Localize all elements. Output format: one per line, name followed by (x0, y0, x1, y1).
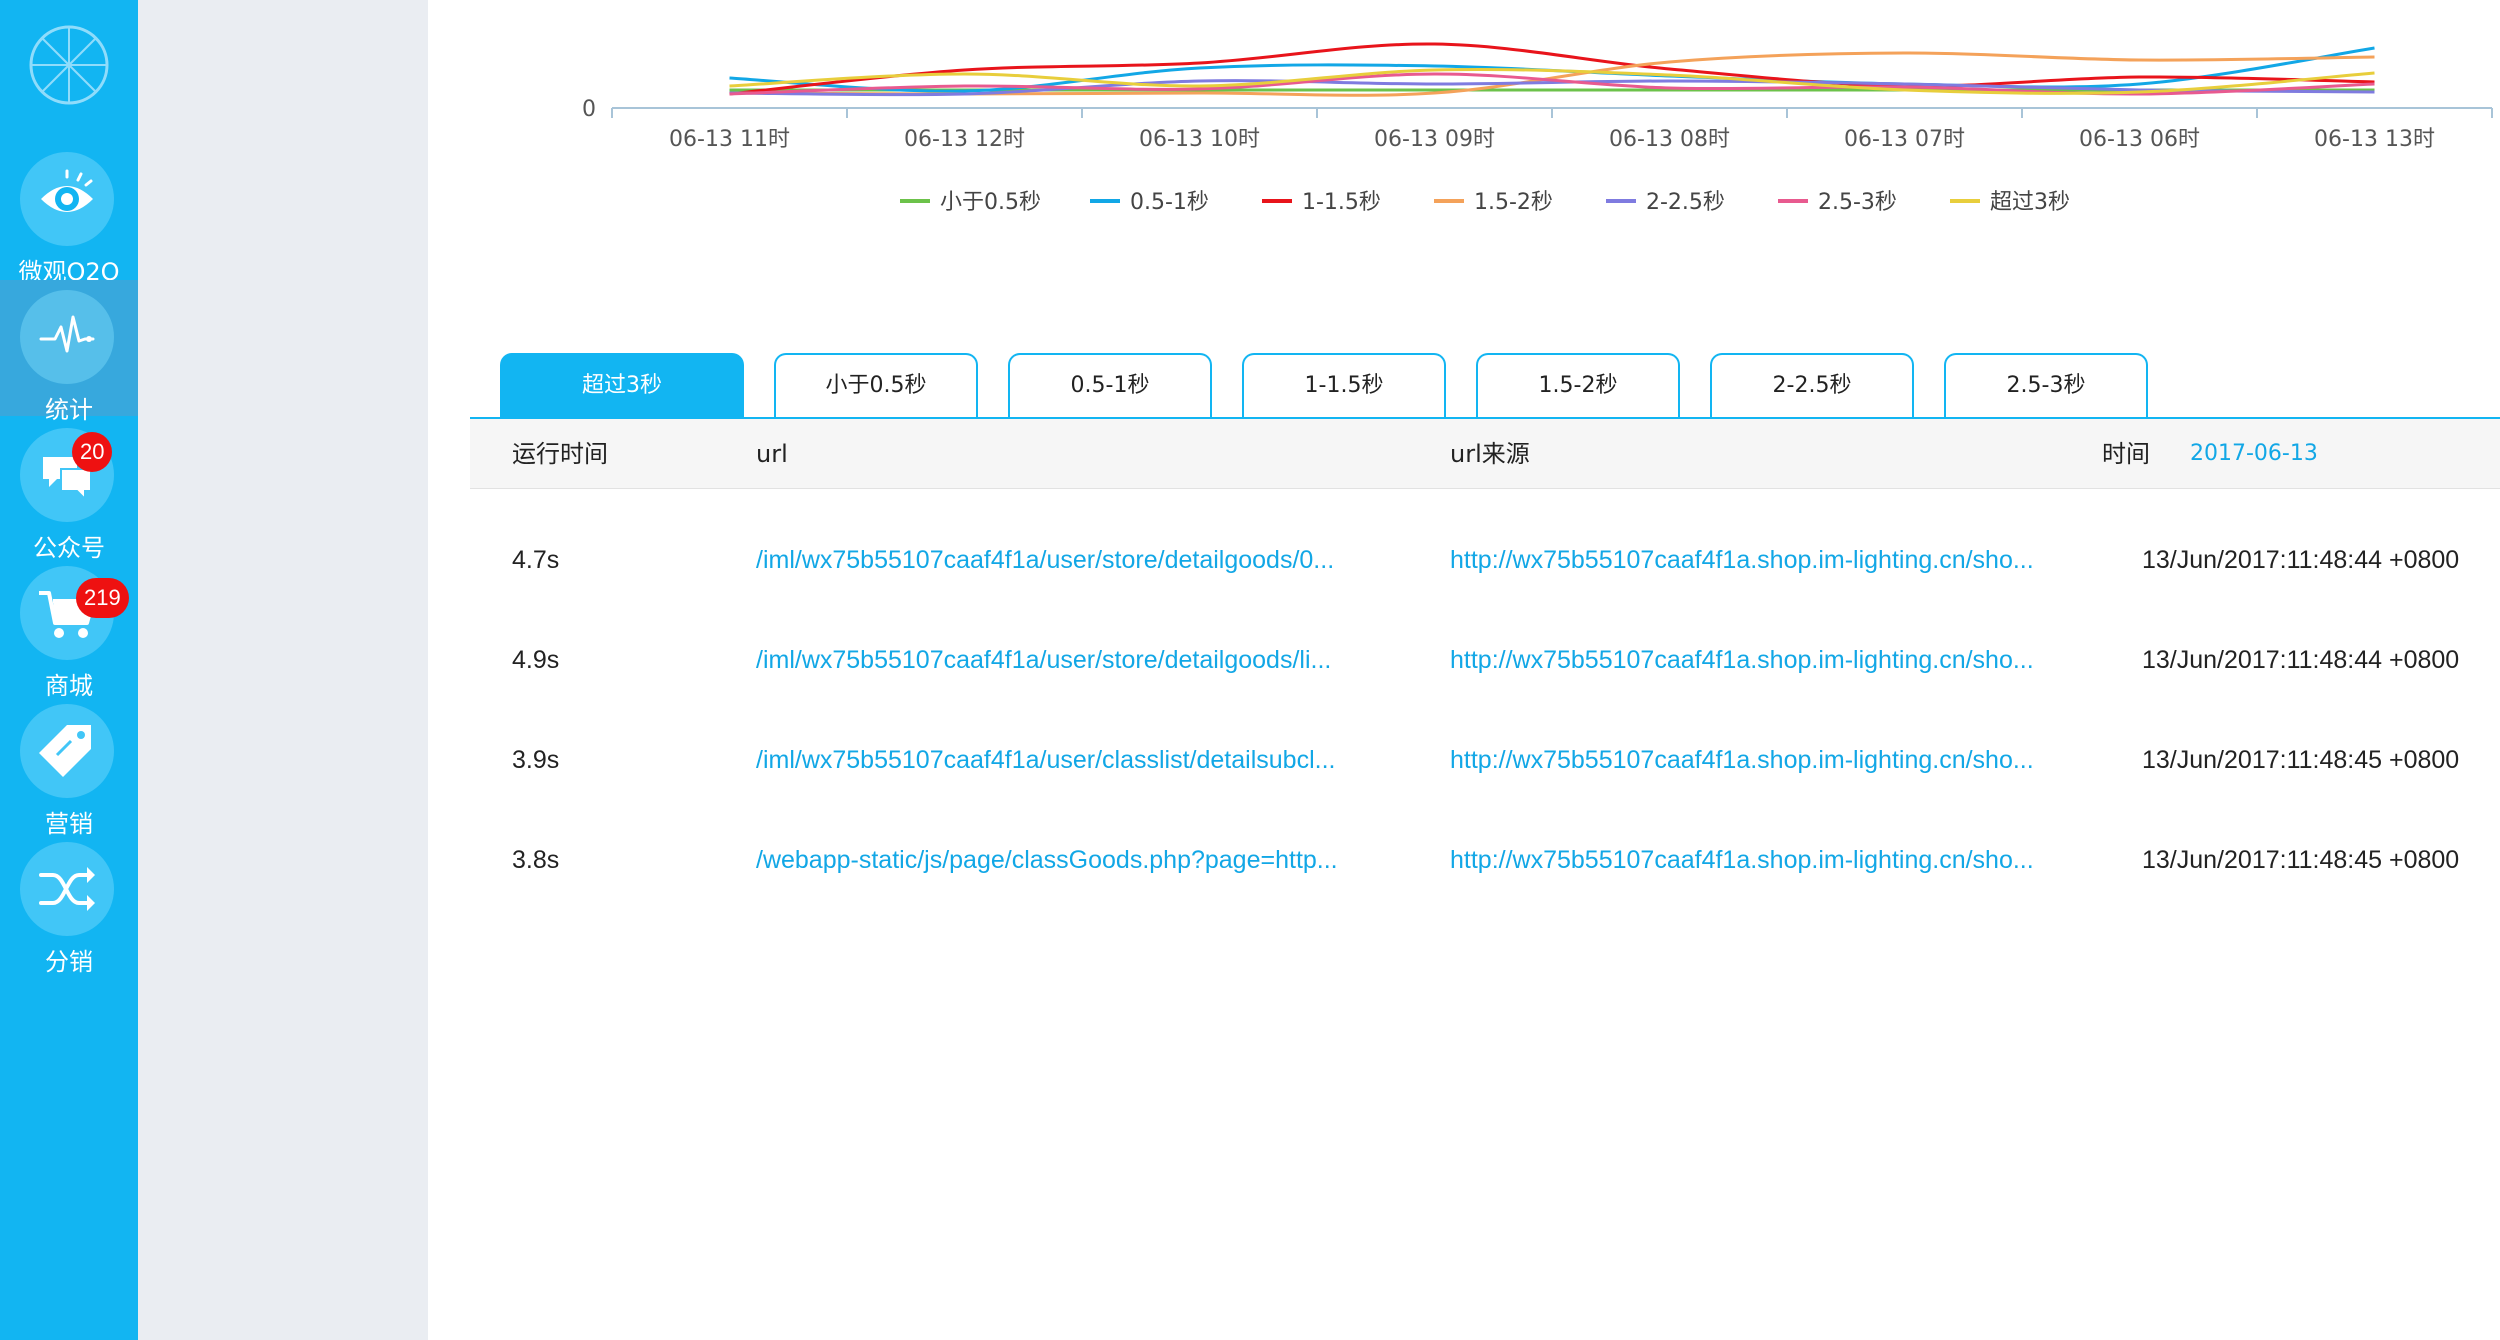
legend-label: 2.5-3秒 (1818, 190, 1897, 215)
tab-1-5-2s[interactable]: 1.5-2秒 (1476, 353, 1680, 417)
legend-label: 1-1.5秒 (1302, 190, 1381, 215)
table-header: 运行时间 url url来源 时间 2017-06-13 (470, 419, 2500, 489)
runtime-cell: 3.9s (512, 746, 560, 774)
x-tick-label: 06-13 12时 (904, 127, 1025, 152)
runtime-cell: 3.8s (512, 846, 560, 874)
line-chart: 0 06-13 11时 06-13 12时 06-13 10时 06-13 09时 06-… (582, 42, 2493, 215)
shuffle-icon (39, 867, 95, 911)
tab-0-5-1s[interactable]: 0.5-1秒 (1008, 353, 1212, 417)
column-header-source: url来源 (1450, 440, 1530, 468)
response-time-chart: 0 06-13 11时 06-13 12时 06-13 10时 06-13 09时 06-… (470, 0, 2500, 230)
nav-item-marketing[interactable]: 营销 (0, 694, 138, 838)
time-cell: 13/Jun/2017:11:48:44 +0800 (2142, 646, 2460, 674)
nav-item-o2o[interactable]: 微观O2O (0, 142, 138, 286)
time-cell: 13/Jun/2017:11:48:44 +0800 (2142, 546, 2460, 574)
nav-label: 分销 (45, 948, 93, 976)
source-link[interactable]: http://wx75b55107caaf4f1a.shop.im-lighti… (1450, 710, 2100, 810)
x-tick-label: 06-13 07时 (1844, 127, 1965, 152)
sidebar-nav: 微观O2O 统计 20 公众号 219 商城 营销 分销 (0, 0, 138, 1340)
gutter-panel (138, 0, 428, 1340)
legend-label: 0.5-1秒 (1130, 190, 1209, 215)
x-tick-label: 06-13 08时 (1609, 127, 1730, 152)
url-link[interactable]: /webapp-static/js/page/classGoods.php?pa… (756, 810, 1426, 910)
column-header-runtime: 运行时间 (512, 440, 608, 468)
date-filter-link[interactable]: 2017-06-13 (2190, 419, 2318, 489)
time-range-tabs: 超过3秒 小于0.5秒 0.5-1秒 1-1.5秒 1.5-2秒 2-2.5秒 … (470, 353, 2500, 419)
notification-badge: 219 (76, 578, 129, 618)
legend-label: 超过3秒 (1990, 190, 2070, 215)
legend-label: 2-2.5秒 (1646, 190, 1725, 215)
url-link[interactable]: /iml/wx75b55107caaf4f1a/user/store/detai… (756, 610, 1426, 710)
x-tick-label: 06-13 06时 (2079, 127, 2200, 152)
y-tick-label: 0 (582, 97, 596, 122)
tab-1-1-5s[interactable]: 1-1.5秒 (1242, 353, 1446, 417)
column-header-url: url (756, 440, 788, 468)
table-row: 3.8s /webapp-static/js/page/classGoods.p… (470, 810, 2500, 910)
time-cell: 13/Jun/2017:11:48:45 +0800 (2142, 846, 2460, 874)
app-logo-icon[interactable] (28, 24, 110, 106)
nav-item-mall[interactable]: 219 商城 (0, 556, 138, 700)
pulse-icon (39, 315, 95, 353)
nav-item-distribution[interactable]: 分销 (0, 832, 138, 976)
runtime-cell: 4.9s (512, 646, 560, 674)
source-link[interactable]: http://wx75b55107caaf4f1a.shop.im-lighti… (1450, 610, 2100, 710)
runtime-cell: 4.7s (512, 546, 560, 574)
column-header-time: 时间 (2102, 440, 2150, 468)
tag-icon (39, 725, 91, 777)
eye-icon (41, 169, 93, 212)
tab-2-2-5s[interactable]: 2-2.5秒 (1710, 353, 1914, 417)
tab-2-5-3s[interactable]: 2.5-3秒 (1944, 353, 2148, 417)
source-link[interactable]: http://wx75b55107caaf4f1a.shop.im-lighti… (1450, 810, 2100, 910)
x-tick-label: 06-13 11时 (669, 127, 790, 152)
legend-label: 小于0.5秒 (940, 190, 1041, 215)
url-link[interactable]: /iml/wx75b55107caaf4f1a/user/classlist/d… (756, 710, 1426, 810)
legend-label: 1.5-2秒 (1474, 190, 1553, 215)
tab-under-0-5s[interactable]: 小于0.5秒 (774, 353, 978, 417)
source-link[interactable]: http://wx75b55107caaf4f1a.shop.im-lighti… (1450, 510, 2100, 610)
time-cell: 13/Jun/2017:11:48:45 +0800 (2142, 746, 2460, 774)
table-row: 4.7s /iml/wx75b55107caaf4f1a/user/store/… (470, 510, 2500, 610)
tab-over-3s[interactable]: 超过3秒 (500, 353, 744, 417)
url-link[interactable]: /iml/wx75b55107caaf4f1a/user/store/detai… (756, 510, 1426, 610)
nav-item-official-account[interactable]: 20 公众号 (0, 418, 138, 562)
nav-item-statistics[interactable]: 统计 (0, 280, 138, 424)
table-row: 3.9s /iml/wx75b55107caaf4f1a/user/classl… (470, 710, 2500, 810)
x-tick-label: 06-13 09时 (1374, 127, 1495, 152)
x-tick-label: 06-13 13时 (2314, 127, 2435, 152)
x-tick-label: 06-13 10时 (1139, 127, 1260, 152)
table-row: 4.9s /iml/wx75b55107caaf4f1a/user/store/… (470, 610, 2500, 710)
